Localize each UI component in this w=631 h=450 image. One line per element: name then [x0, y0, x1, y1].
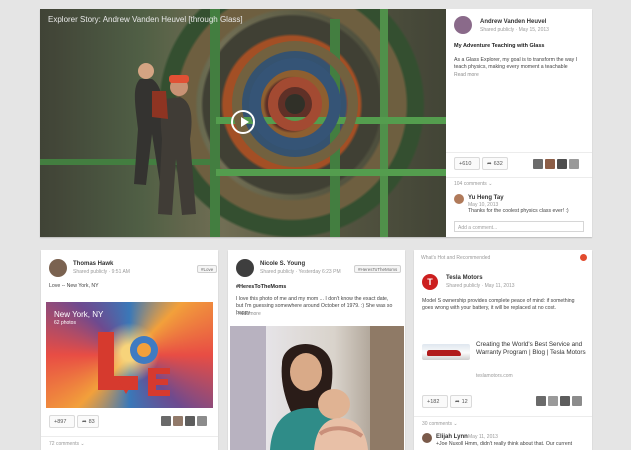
- album-title: New York, NY: [54, 310, 104, 319]
- plus-one-people: [533, 159, 579, 169]
- person-avatar[interactable]: [173, 416, 183, 426]
- share-button[interactable]: ➦ 632: [482, 157, 508, 170]
- comments-toggle[interactable]: 104 comments ⌄: [454, 181, 492, 187]
- commenter-avatar[interactable]: [454, 194, 464, 204]
- share-button[interactable]: ➦ 83: [77, 415, 99, 428]
- mother-baby-photo: [230, 326, 404, 450]
- comments-toggle[interactable]: 30 comments ⌄: [422, 421, 458, 427]
- share-icon: ➦: [455, 398, 460, 405]
- plus-one-button[interactable]: +610: [454, 157, 480, 170]
- album-count: 62 photos: [54, 320, 76, 326]
- author-avatar[interactable]: [49, 259, 67, 277]
- read-more-link[interactable]: Read more: [236, 311, 261, 317]
- share-count: 12: [461, 398, 468, 405]
- person-avatar[interactable]: [197, 416, 207, 426]
- divider: [414, 416, 592, 417]
- post-text: Love -- New York, NY: [49, 283, 99, 289]
- video-title[interactable]: Explorer Story: Andrew Vanden Heuvel [th…: [48, 15, 243, 24]
- person-avatar[interactable]: [533, 159, 543, 169]
- add-comment-field[interactable]: Add a comment...: [454, 221, 584, 232]
- comments-toggle[interactable]: 72 comments ⌄: [49, 441, 85, 447]
- post-video[interactable]: Explorer Story: Andrew Vanden Heuvel [th…: [40, 9, 446, 237]
- recommended-card: What's Hot and Recommended T Tesla Motor…: [414, 250, 592, 450]
- post-card-nicole: Nicole S. Young Shared publicly · Yester…: [228, 250, 405, 450]
- person-avatar[interactable]: [560, 396, 570, 406]
- hot-icon: [580, 254, 587, 261]
- brand-logo[interactable]: T: [422, 274, 438, 290]
- author-name[interactable]: Andrew Vanden Heuvel: [480, 19, 546, 25]
- comments-label: 72 comments: [49, 441, 80, 447]
- chevron-down-icon: ⌄: [453, 421, 458, 427]
- person-avatar[interactable]: [569, 159, 579, 169]
- plus-one-count: +897: [54, 418, 67, 425]
- post-title: My Adventure Teaching with Glass: [454, 43, 545, 49]
- divider: [446, 152, 592, 153]
- hashtag-badge[interactable]: #Love: [197, 265, 218, 273]
- post-photo[interactable]: [230, 326, 404, 450]
- share-count: 83: [88, 418, 95, 425]
- divider: [446, 177, 592, 178]
- share-count: 632: [493, 160, 503, 167]
- post-meta: Shared publicly · 9:51 AM: [73, 269, 130, 275]
- author-name[interactable]: Thomas Hawk: [73, 261, 113, 267]
- comment-text: +Joe Nuxoll Hmm, didn't really think abo…: [436, 441, 573, 447]
- play-icon[interactable]: [231, 110, 255, 134]
- person-avatar[interactable]: [545, 159, 555, 169]
- post-meta: Shared publicly · Yesterday 6:23 PM: [260, 269, 341, 275]
- person-avatar[interactable]: [185, 416, 195, 426]
- comments-label: 30 comments: [422, 421, 453, 427]
- chevron-down-icon: ⌄: [80, 441, 85, 447]
- love-sculpture-image: [98, 332, 170, 396]
- share-icon: ➦: [487, 160, 492, 167]
- post-image[interactable]: New York, NY 62 photos: [46, 302, 213, 408]
- chevron-down-icon: ⌄: [488, 181, 493, 187]
- post-body: As a Glass Explorer, my goal is to trans…: [454, 57, 578, 70]
- share-icon: ➦: [82, 418, 87, 425]
- author-avatar[interactable]: [454, 16, 472, 34]
- person-avatar[interactable]: [572, 396, 582, 406]
- commenter-name[interactable]: Elijah Lynn: [436, 434, 468, 440]
- post-meta: Shared publicly · May 15, 2013: [480, 27, 549, 33]
- comment-time: May 11, 2013: [468, 434, 498, 440]
- post-text: Model S ownership provides complete peac…: [422, 298, 575, 311]
- person-avatar[interactable]: [548, 396, 558, 406]
- read-more-link[interactable]: Read more: [454, 72, 479, 78]
- share-button[interactable]: ➦ 12: [450, 395, 472, 408]
- person-avatar[interactable]: [536, 396, 546, 406]
- post-hashtag[interactable]: #HeresToTheMoms: [236, 284, 286, 290]
- commenter-name[interactable]: Yu Heng Tay: [468, 195, 504, 201]
- commenter-avatar[interactable]: [422, 433, 432, 443]
- divider: [41, 436, 218, 437]
- author-avatar[interactable]: [236, 259, 254, 277]
- comment-text: Thanks for the coolest physics class eve…: [468, 208, 569, 214]
- post-card-thomas: Thomas Hawk Shared publicly · 9:51 AM #L…: [41, 250, 218, 450]
- plus-one-people: [536, 396, 582, 406]
- comments-label: 104 comments: [454, 181, 487, 187]
- section-title: What's Hot and Recommended: [421, 255, 491, 261]
- link-domain: teslamotors.com: [476, 373, 513, 379]
- plus-one-count: +610: [459, 160, 472, 167]
- featured-post-card: Explorer Story: Andrew Vanden Heuvel [th…: [40, 9, 592, 237]
- plus-one-button[interactable]: +182: [422, 395, 448, 408]
- link-title[interactable]: Creating the World's Best Service and Wa…: [476, 341, 586, 357]
- featured-post-details: Andrew Vanden Heuvel Shared publicly · M…: [446, 9, 592, 237]
- author-name[interactable]: Tesla Motors: [446, 275, 483, 281]
- stream-page: Explorer Story: Andrew Vanden Heuvel [th…: [0, 0, 631, 450]
- person-avatar[interactable]: [557, 159, 567, 169]
- hashtag-badge[interactable]: #HeresToTheMoms: [354, 265, 402, 273]
- plus-one-count: +182: [427, 398, 440, 405]
- person-avatar[interactable]: [161, 416, 171, 426]
- plus-one-people: [161, 416, 207, 426]
- post-meta: Shared publicly · May 11, 2013: [446, 283, 515, 289]
- link-thumbnail[interactable]: [422, 344, 470, 360]
- plus-one-button[interactable]: +897: [49, 415, 75, 428]
- author-name[interactable]: Nicole S. Young: [260, 261, 305, 267]
